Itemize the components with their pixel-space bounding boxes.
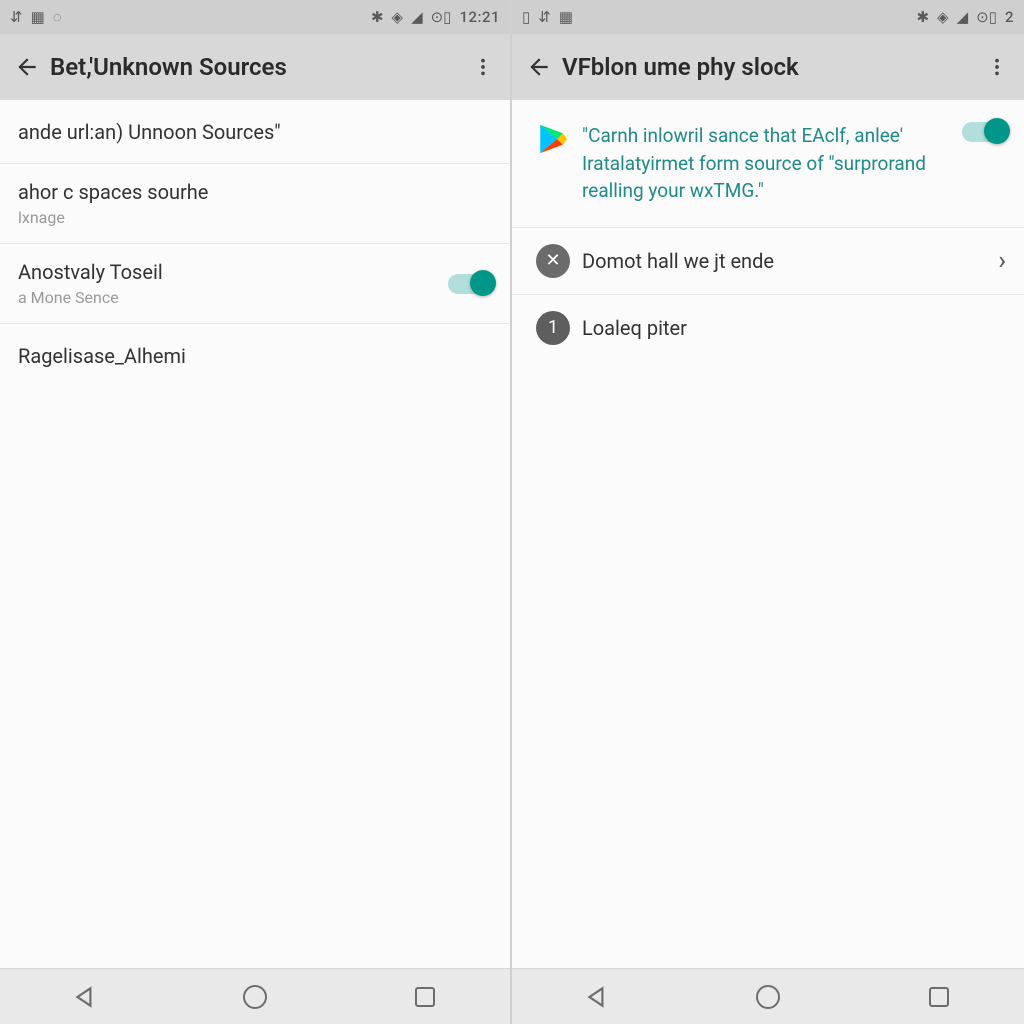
bluetooth-icon: ✱: [916, 10, 929, 25]
status-clock: 2: [1005, 8, 1014, 26]
list-item-title: ahor c spaces sourhe: [18, 180, 492, 204]
list-item-subtitle: lxnage: [18, 208, 492, 227]
square-recent-icon: [929, 987, 949, 1007]
toggle-switch[interactable]: [448, 274, 492, 294]
battery-icon: ⊙▯: [431, 10, 452, 25]
more-vert-icon: [986, 56, 1008, 78]
list-item[interactable]: 1 Loaleq piter: [512, 295, 1024, 361]
list-item[interactable]: ande url:an) Unnoon Sources": [0, 100, 510, 164]
list-item-title: Anostvaly Toseil: [18, 260, 438, 284]
overflow-menu-button[interactable]: [466, 56, 500, 78]
status-icon: ⇵: [538, 10, 551, 25]
signal-icon: ◢: [411, 10, 423, 25]
status-icon: ▦: [31, 10, 45, 25]
triangle-back-icon: [584, 984, 610, 1010]
info-row[interactable]: "Carnh inlowril sance that EAclf, anlee'…: [512, 100, 1024, 228]
nav-home-button[interactable]: [753, 982, 783, 1012]
arrow-back-icon: [526, 54, 552, 80]
nav-home-button[interactable]: [240, 982, 270, 1012]
battery-icon: ⊙▯: [976, 10, 997, 25]
status-icon: ▦: [559, 10, 573, 25]
list-item-toggle[interactable]: Anostvaly Toseil a Mone Sence: [0, 244, 510, 324]
nav-recent-button[interactable]: [924, 982, 954, 1012]
bluetooth-icon: ✱: [371, 10, 384, 25]
status-bar: ⇵ ▦ ◌ ✱ ◈ ◢ ⊙▯ 12:21: [0, 0, 510, 34]
close-circle-icon: ✕: [536, 244, 570, 278]
list-item[interactable]: ✕ Domot hall we jt ende ›: [512, 228, 1024, 295]
list-item-title: Domot hall we jt ende: [582, 249, 988, 273]
nav-recent-button[interactable]: [410, 982, 440, 1012]
phone-right: ▯ ⇵ ▦ ✱ ◈ ◢ ⊙▯ 2 VFblon ume phy slock: [512, 0, 1024, 1024]
circle-home-icon: [756, 985, 780, 1009]
phone-left: ⇵ ▦ ◌ ✱ ◈ ◢ ⊙▯ 12:21 Bet,'Unknown Source…: [0, 0, 512, 1024]
arrow-back-icon: [14, 54, 40, 80]
status-bar: ▯ ⇵ ▦ ✱ ◈ ◢ ⊙▯ 2: [512, 0, 1024, 34]
list-item-subtitle: a Mone Sence: [18, 288, 438, 307]
square-recent-icon: [415, 987, 435, 1007]
back-button[interactable]: [522, 54, 556, 80]
overflow-menu-button[interactable]: [980, 56, 1014, 78]
list-item[interactable]: Ragelisase_Alhemi: [0, 324, 510, 388]
circle-home-icon: [243, 985, 267, 1009]
page-title: Bet,'Unknown Sources: [44, 53, 466, 81]
nav-back-button[interactable]: [582, 982, 612, 1012]
triangle-back-icon: [72, 984, 98, 1010]
app-bar: VFblon ume phy slock: [512, 34, 1024, 100]
chevron-right-icon: ›: [998, 246, 1006, 276]
list-item-title: Ragelisase_Alhemi: [18, 344, 492, 368]
settings-list: "Carnh inlowril sance that EAclf, anlee'…: [512, 100, 1024, 968]
back-button[interactable]: [10, 54, 44, 80]
status-right-icons: ✱ ◈ ◢ ⊙▯ 2: [916, 8, 1014, 26]
settings-list: ande url:an) Unnoon Sources" ahor c spac…: [0, 100, 510, 968]
status-left-icons: ⇵ ▦ ◌: [10, 10, 62, 25]
toggle-switch[interactable]: [962, 122, 1006, 142]
list-item-title: Loaleq piter: [582, 316, 1006, 340]
wifi-icon: ◈: [937, 10, 949, 25]
info-text: "Carnh inlowril sance that EAclf, anlee'…: [582, 122, 952, 205]
nav-bar: [0, 968, 510, 1024]
status-icon: ⇵: [10, 10, 23, 25]
status-icon: ◌: [53, 10, 62, 25]
wifi-icon: ◈: [392, 10, 404, 25]
status-icon: ▯: [522, 10, 530, 25]
list-item-title: ande url:an) Unnoon Sources": [18, 120, 492, 144]
page-title: VFblon ume phy slock: [556, 53, 980, 81]
status-left-icons: ▯ ⇵ ▦: [522, 10, 573, 25]
list-item[interactable]: ahor c spaces sourhe lxnage: [0, 164, 510, 244]
play-store-icon: [530, 122, 576, 156]
status-clock: 12:21: [459, 8, 500, 26]
nav-bar: [512, 968, 1024, 1024]
app-bar: Bet,'Unknown Sources: [0, 34, 510, 100]
status-right-icons: ✱ ◈ ◢ ⊙▯ 12:21: [371, 8, 500, 26]
more-vert-icon: [472, 56, 494, 78]
nav-back-button[interactable]: [70, 982, 100, 1012]
signal-icon: ◢: [957, 10, 969, 25]
number-circle-icon: 1: [536, 311, 570, 345]
